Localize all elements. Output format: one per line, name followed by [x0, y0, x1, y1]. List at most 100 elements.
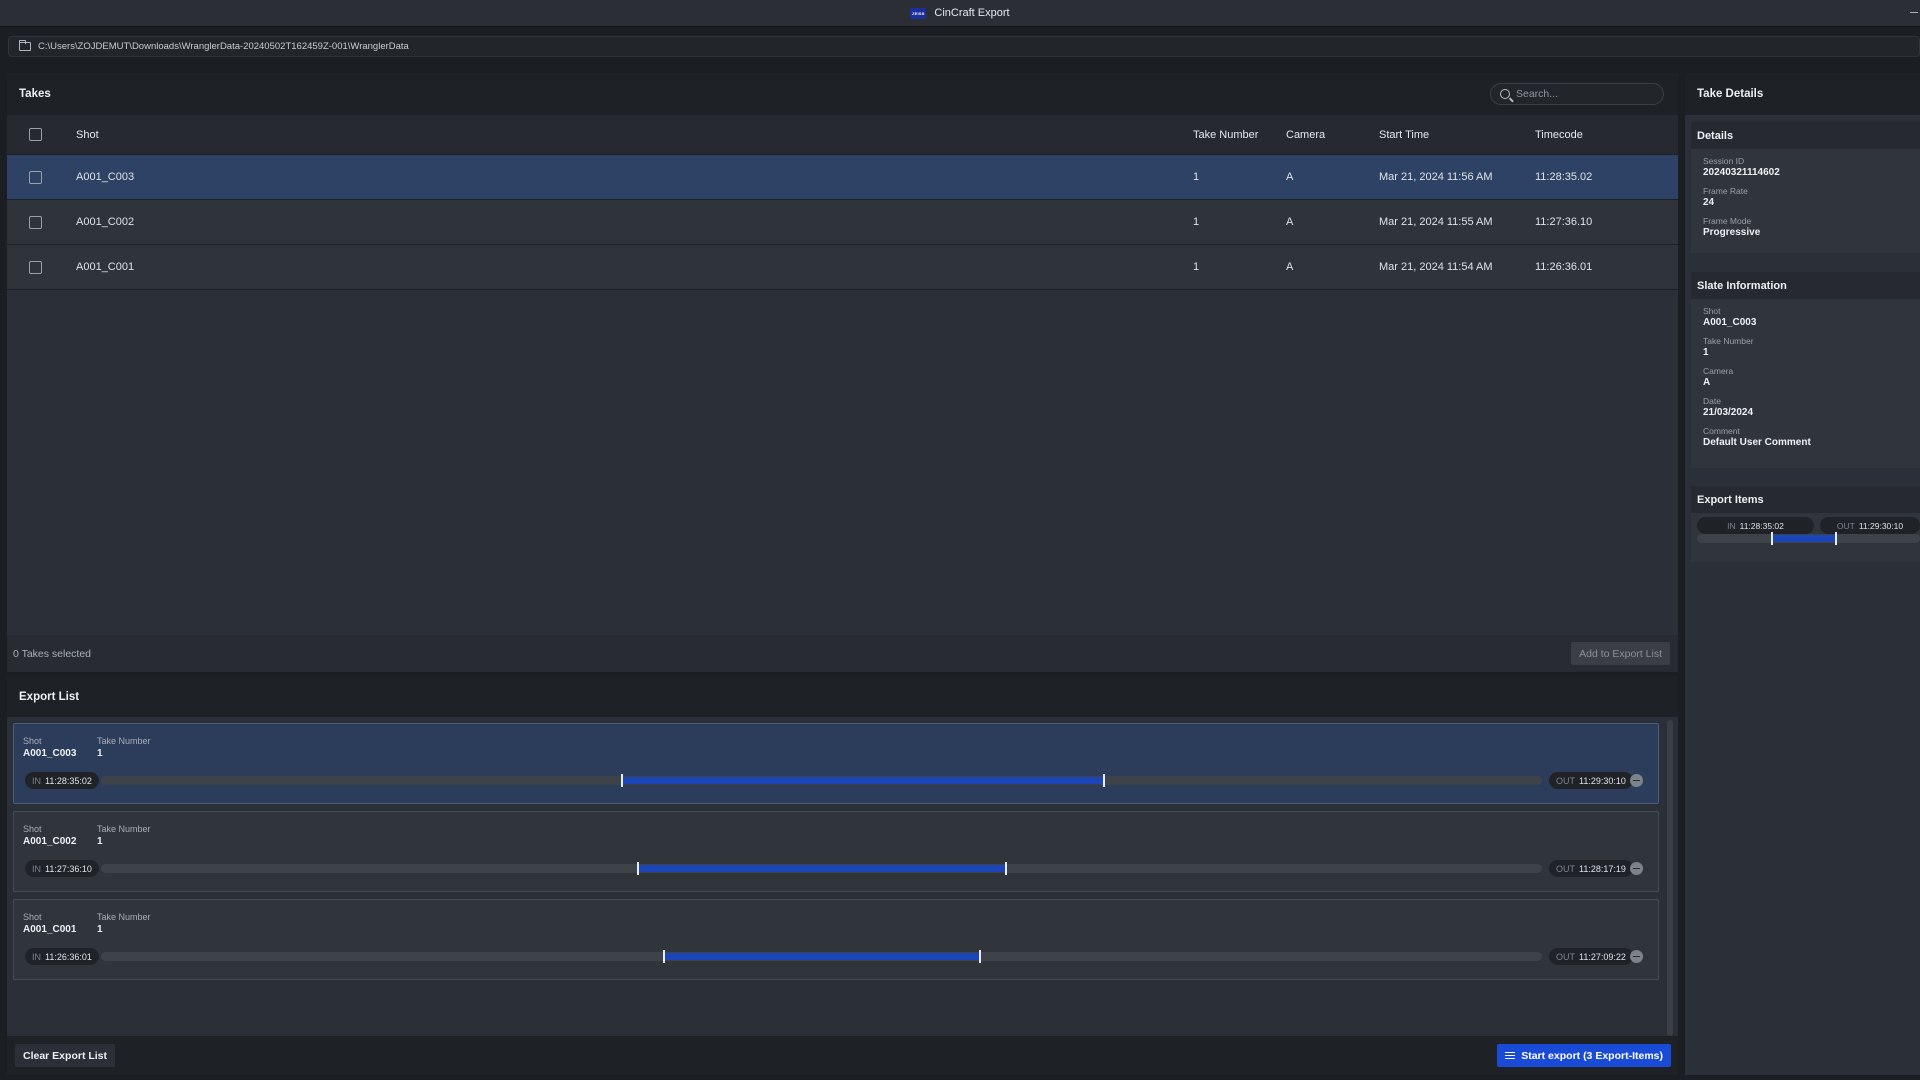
trim-range[interactable] — [662, 950, 982, 963]
list-icon — [1505, 1051, 1516, 1060]
out-timecode: 11:29:30:10 — [1858, 520, 1904, 531]
export-list-scrollbar[interactable] — [1667, 720, 1673, 1036]
clear-export-list-button[interactable]: Clear Export List — [15, 1044, 116, 1067]
out-timecode-pill[interactable]: OUT 11:29:30:10 — [1549, 772, 1633, 789]
out-timecode-pill[interactable]: OUT 11:27:09:22 — [1549, 948, 1633, 965]
export-item-take-number: 1 — [97, 836, 103, 847]
details-section: Details Session ID 20240321114602 Frame … — [1691, 122, 1920, 253]
cell-take-number: 1 — [1193, 261, 1200, 273]
in-label: IN — [1727, 520, 1736, 531]
cell-timecode: 11:27:36.10 — [1535, 216, 1593, 228]
slate-date-field: Date 21/03/2024 — [1691, 396, 1920, 419]
trim-track[interactable] — [101, 862, 1542, 875]
row-checkbox[interactable] — [29, 170, 42, 184]
export-item-shot: A001_C002 — [23, 836, 77, 847]
table-row[interactable]: A001_C003 1 A Mar 21, 2024 11:56 AM 11:2… — [7, 155, 1678, 200]
cell-start-time: Mar 21, 2024 11:56 AM — [1379, 171, 1493, 183]
in-timecode: 11:26:36:01 — [45, 951, 92, 962]
add-to-export-list-button[interactable]: Add to Export List — [1571, 642, 1670, 665]
remove-item-icon[interactable] — [1630, 774, 1643, 787]
in-label: IN — [32, 951, 41, 962]
in-timecode: 11:28:35:02 — [45, 775, 92, 786]
cell-timecode: 11:26:36.01 — [1535, 261, 1593, 273]
details-trim-track[interactable] — [1697, 532, 1920, 545]
table-row[interactable]: A001_C002 1 A Mar 21, 2024 11:55 AM 11:2… — [7, 200, 1678, 245]
cell-take-number: 1 — [1193, 171, 1200, 183]
out-timecode: 11:29:30:10 — [1579, 775, 1626, 786]
in-timecode-pill[interactable]: IN 11:26:36:01 — [25, 948, 99, 965]
out-label: OUT — [1556, 775, 1575, 786]
trim-track[interactable] — [101, 950, 1542, 963]
cell-camera: A — [1286, 171, 1294, 183]
details-trim-range[interactable] — [1770, 532, 1838, 545]
takes-table-header: Shot Take Number Camera Start Time Timec… — [7, 115, 1678, 155]
export-item-shot-label: Shot — [23, 824, 42, 834]
field-value: 1 — [1703, 347, 1709, 358]
takes-panel: Takes Shot Take Number Camera Start Time… — [7, 73, 1678, 671]
column-header-shot[interactable]: Shot — [76, 129, 99, 141]
cell-camera: A — [1286, 261, 1294, 273]
export-items-section-title: Export Items — [1691, 486, 1920, 513]
column-header-start-time[interactable]: Start Time — [1379, 129, 1429, 141]
column-header-camera[interactable]: Camera — [1286, 129, 1325, 141]
export-item[interactable]: Shot A001_C003 Take Number 1 IN 11:28:35… — [13, 723, 1659, 804]
select-all-checkbox[interactable] — [29, 128, 42, 141]
take-details-header: Take Details — [1685, 73, 1920, 115]
field-label: Shot — [1703, 306, 1721, 316]
field-value: A — [1703, 377, 1711, 388]
title-bar: ZEISS CinCraft Export — [0, 0, 1920, 27]
details-section-title: Details — [1691, 122, 1920, 149]
details-in-timecode-pill[interactable]: IN 11:28:35:02 — [1697, 517, 1814, 534]
trim-range[interactable] — [637, 862, 1008, 875]
export-item-take-number: 1 — [97, 924, 103, 935]
export-item[interactable]: Shot A001_C002 Take Number 1 IN 11:27:36… — [13, 811, 1659, 892]
search-icon — [1500, 89, 1510, 99]
field-label: Date — [1703, 396, 1721, 406]
table-row[interactable]: A001_C001 1 A Mar 21, 2024 11:54 AM 11:2… — [7, 245, 1678, 290]
row-checkbox[interactable] — [29, 215, 42, 229]
in-timecode: 11:28:35:02 — [1739, 520, 1784, 531]
field-label: Camera — [1703, 366, 1734, 376]
cell-timecode: 11:28:35.02 — [1535, 171, 1593, 183]
remove-item-icon[interactable] — [1630, 862, 1643, 875]
cell-camera: A — [1286, 216, 1294, 228]
in-label: IN — [32, 863, 41, 874]
column-header-take-number[interactable]: Take Number — [1193, 129, 1258, 141]
start-export-button[interactable]: Start export (3 Export-Items) — [1497, 1044, 1671, 1067]
out-label: OUT — [1556, 951, 1575, 962]
start-export-label: Start export (3 Export-Items) — [1521, 1049, 1663, 1062]
field-value: 21/03/2024 — [1703, 407, 1754, 418]
field-label: Frame Mode — [1703, 216, 1752, 226]
row-checkbox[interactable] — [29, 260, 42, 274]
export-item[interactable]: Shot A001_C001 Take Number 1 IN 11:26:36… — [13, 899, 1659, 980]
field-value: A001_C003 — [1703, 317, 1757, 328]
cell-take-number: 1 — [1193, 216, 1200, 228]
export-items-section: Export Items IN 11:28:35:02 OUT 11:29:30… — [1691, 486, 1920, 562]
trim-track[interactable] — [101, 774, 1542, 787]
folder-icon — [19, 40, 31, 51]
export-list-panel: Export List Shot A001_C003 Take Number 1… — [7, 676, 1678, 1075]
remove-item-icon[interactable] — [1630, 950, 1643, 963]
export-item-shot-label: Shot — [23, 736, 42, 746]
out-timecode-pill[interactable]: OUT 11:28:17:19 — [1549, 860, 1633, 877]
selected-count: 0 Takes selected — [13, 647, 92, 660]
cell-start-time: Mar 21, 2024 11:55 AM — [1379, 216, 1493, 228]
in-timecode-pill[interactable]: IN 11:28:35:02 — [25, 772, 99, 789]
export-item-take-label: Take Number — [97, 912, 151, 922]
minimize-icon[interactable] — [1910, 12, 1918, 13]
folder-path-bar[interactable]: C:\Users\ZOJDEMUT\Downloads\WranglerData… — [8, 36, 1920, 57]
slate-take-number-field: Take Number 1 — [1691, 336, 1920, 359]
search-box[interactable] — [1490, 83, 1664, 105]
slate-information-section: Slate Information Shot A001_C003 Take Nu… — [1691, 272, 1920, 468]
export-list-header: Export List — [7, 676, 1678, 717]
export-item-take-label: Take Number — [97, 824, 151, 834]
trim-range[interactable] — [621, 774, 1106, 787]
column-header-timecode[interactable]: Timecode — [1535, 129, 1583, 141]
in-timecode-pill[interactable]: IN 11:27:36:10 — [25, 860, 99, 877]
take-details-panel: Take Details Details Session ID 20240321… — [1685, 73, 1920, 1075]
export-item-take-number: 1 — [97, 748, 103, 759]
takes-title: Takes — [19, 88, 51, 100]
takes-header: Takes — [7, 73, 1678, 115]
search-input[interactable] — [1516, 88, 1646, 100]
session-id-field: Session ID 20240321114602 — [1691, 156, 1920, 179]
